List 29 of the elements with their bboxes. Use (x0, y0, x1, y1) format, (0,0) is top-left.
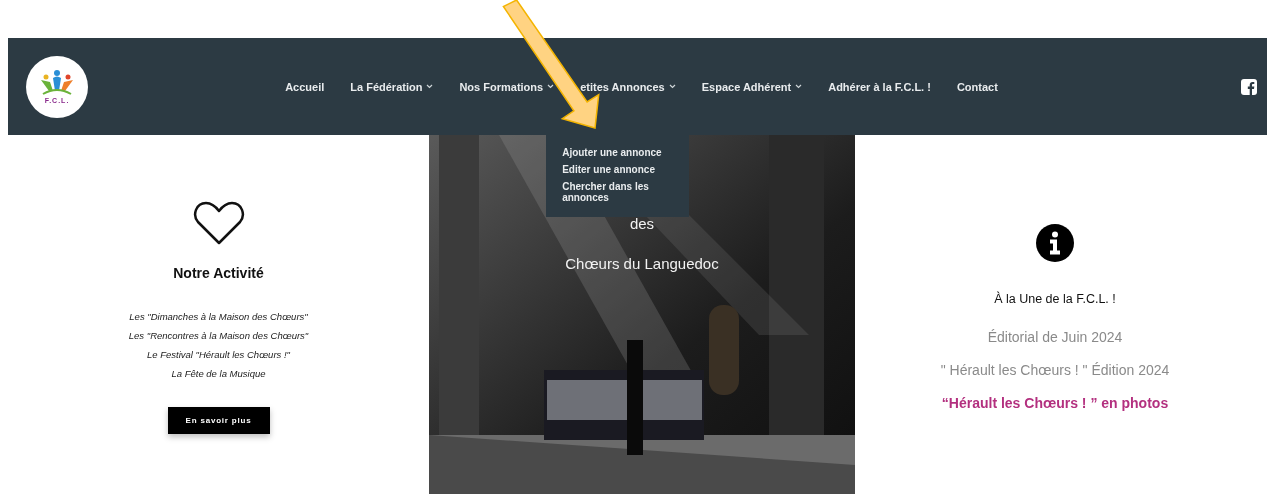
nav-link[interactable]: Accueil (285, 80, 325, 93)
news-link[interactable]: " Hérault les Chœurs ! " Édition 2024 (940, 362, 1170, 378)
nav-link[interactable]: Adhérer à la F.C.L. ! (828, 80, 931, 93)
more-button[interactable]: En savoir plus (167, 407, 270, 434)
menu-item[interactable]: Ajouter une annonce (562, 147, 674, 158)
menu-item[interactable]: Editer une annonce (562, 164, 674, 175)
nav-link[interactable]: Espace Adhérent (701, 80, 803, 93)
activity-item: Les "Rencontres à la Maison des Chœurs" (128, 329, 309, 343)
news-link[interactable]: “Hérault les Chœurs ! ” en photos (941, 395, 1169, 411)
facebook-icon[interactable] (1241, 78, 1257, 95)
nav-link[interactable]: La Fédération (350, 80, 434, 93)
menu-item[interactable]: Chercher dans les annonces (562, 181, 674, 203)
caret-icon (795, 84, 803, 89)
activity-item: La Fête de la Musique (171, 367, 266, 381)
nav-link[interactable]: etites Annonces (580, 80, 676, 93)
heart-icon (192, 200, 245, 246)
hero-text: Chœurs du Languedoc (564, 255, 720, 272)
section-title: À la Une de la F.C.L. ! (994, 292, 1116, 306)
caret-icon (668, 84, 676, 89)
activity-item: Le Festival "Hérault les Chœurs !" (147, 348, 290, 362)
news-link[interactable]: Éditorial de Juin 2024 (987, 329, 1123, 345)
activity-item: Les "Dimanches à la Maison des Chœurs" (129, 310, 308, 324)
caret-icon (547, 84, 555, 89)
section-title: Notre Activité (173, 265, 264, 281)
hero-text: des (628, 215, 656, 232)
nav-link[interactable]: Contact (956, 80, 998, 93)
info-icon (1036, 224, 1074, 262)
caret-icon (426, 84, 434, 89)
nav-link[interactable]: Nos Formations (459, 80, 555, 93)
